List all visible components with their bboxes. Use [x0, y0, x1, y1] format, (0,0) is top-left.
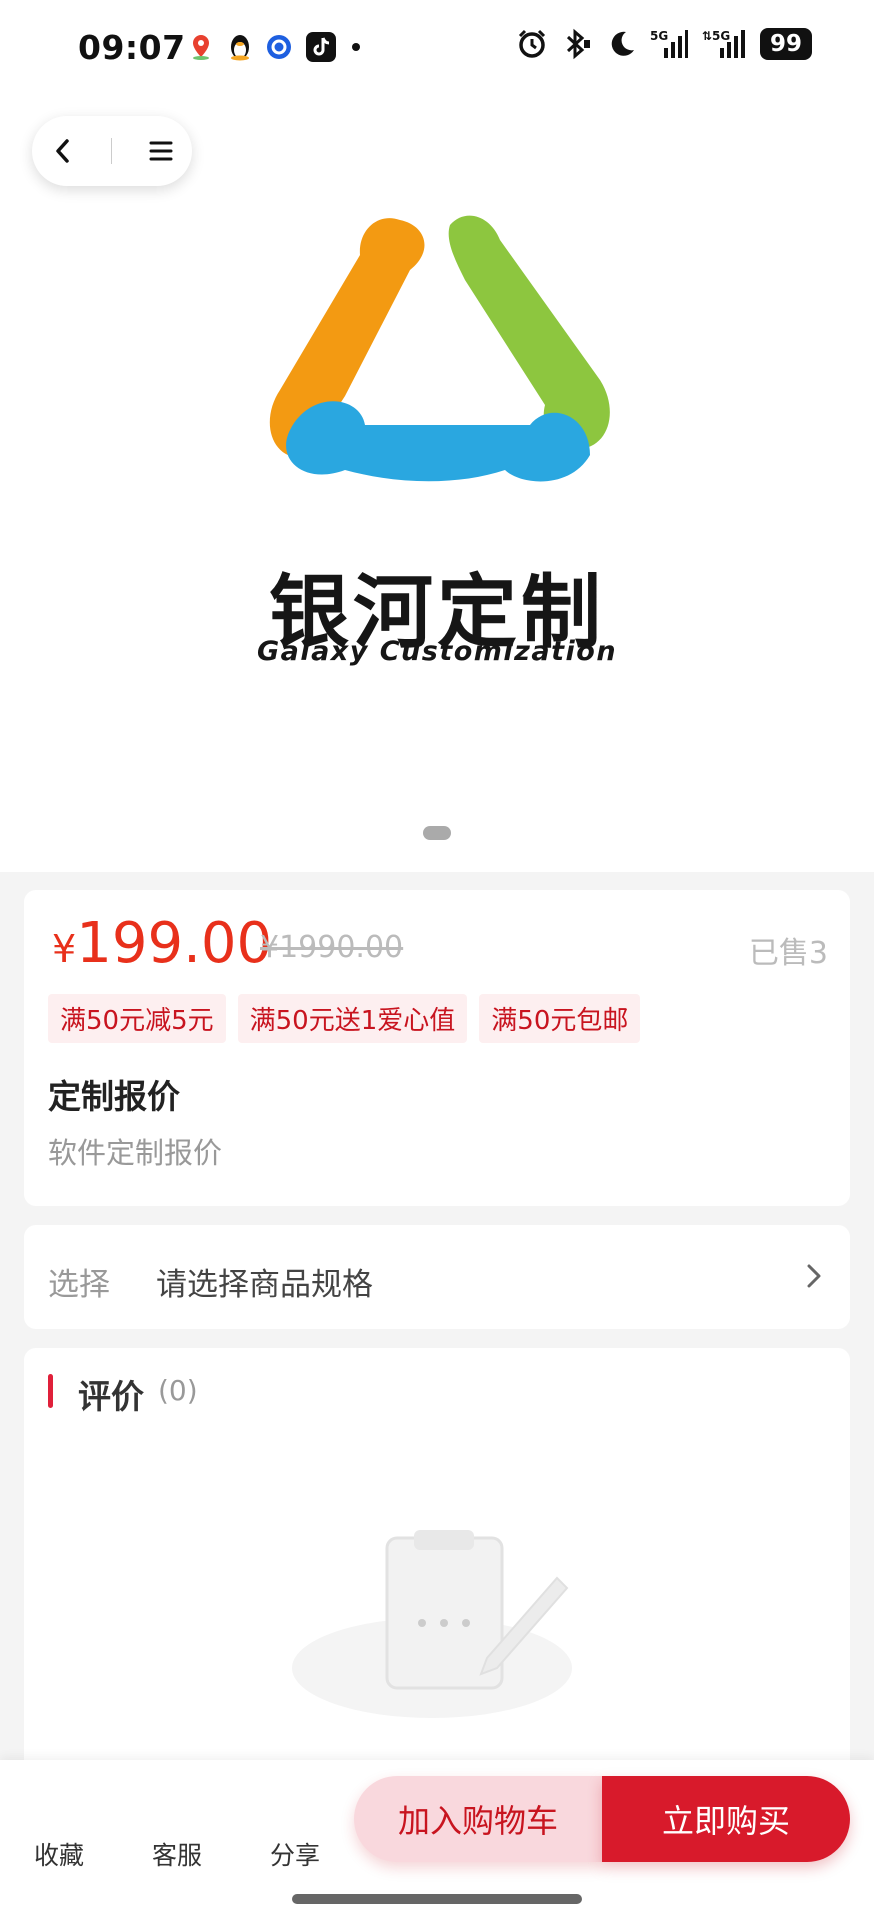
promotion-tag: 满50元送1爱心值 [237, 994, 468, 1043]
circle-app-icon [267, 35, 291, 59]
status-time: 09:07 [78, 28, 186, 67]
bluetooth-icon [566, 28, 590, 60]
nav-capsule [32, 116, 192, 186]
penguin-icon [231, 35, 249, 61]
share-button[interactable]: 分享 [270, 1836, 320, 1872]
tiktok-icon [306, 32, 336, 62]
promotion-tag: 满50元减5元 [48, 994, 226, 1043]
product-image-carousel[interactable]: 银河定制 Galaxy Customization [0, 100, 874, 872]
price-value: 199.00 [76, 911, 273, 976]
original-price: ¥1990.00 [260, 930, 404, 965]
moon-icon [611, 31, 634, 56]
signal-5g-icon: 5G [650, 29, 688, 58]
product-description: 软件定制报价 [48, 1136, 223, 1170]
price-card: ¥199.00 ¥1990.00 已售3 满50元减5元 满50元送1爱心值 满… [24, 890, 850, 1206]
svg-text:⇅5G: ⇅5G [702, 29, 730, 43]
svg-text:5G: 5G [650, 29, 668, 43]
carousel-indicator [423, 826, 451, 840]
chevron-right-icon [807, 1264, 821, 1288]
map-pin-icon [193, 35, 209, 60]
battery-icon: 99 [759, 28, 812, 60]
dot-icon [352, 43, 360, 51]
promotion-tag: 满50元包邮 [479, 994, 641, 1043]
favorite-button[interactable]: 收藏 [34, 1836, 84, 1872]
spec-label: 选择 [48, 1267, 110, 1303]
product-title: 定制报价 [48, 1077, 180, 1116]
empty-reviews-icon [292, 1530, 572, 1718]
bottom-action-bar: 收藏 客服 分享 加入购物车 立即购买 [0, 1760, 874, 1920]
menu-icon[interactable] [148, 139, 174, 163]
section-accent-bar [48, 1374, 53, 1408]
galaxy-logo-icon [269, 215, 610, 482]
signal-5g-icon: ⇅5G [702, 29, 745, 58]
buy-now-button[interactable]: 立即购买 [602, 1776, 850, 1862]
currency-symbol: ¥ [52, 927, 77, 971]
reviews-count: (0) [158, 1374, 198, 1407]
promotion-tags: 满50元减5元 满50元送1爱心值 满50元包邮 [48, 994, 641, 1043]
reviews-title: 评价 [78, 1377, 144, 1416]
home-indicator[interactable] [292, 1894, 582, 1904]
current-price: ¥199.00 [52, 910, 272, 983]
alarm-icon [518, 29, 546, 58]
notification-icons [188, 32, 362, 62]
system-icons: 5G ⇅5G 99 [516, 28, 812, 60]
spec-value: 请选择商品规格 [156, 1267, 373, 1303]
sold-count: 已售3 [748, 936, 828, 971]
nav-divider [111, 138, 113, 164]
customer-service-button[interactable]: 客服 [152, 1836, 202, 1872]
status-bar: 09:07 5G ⇅5G 99 [0, 0, 874, 100]
add-to-cart-button[interactable]: 加入购物车 [354, 1776, 602, 1862]
spec-selector[interactable]: 选择 请选择商品规格 [24, 1225, 850, 1329]
logo-subtitle: Galaxy Customization [256, 636, 618, 667]
back-arrow-icon[interactable] [50, 136, 76, 166]
